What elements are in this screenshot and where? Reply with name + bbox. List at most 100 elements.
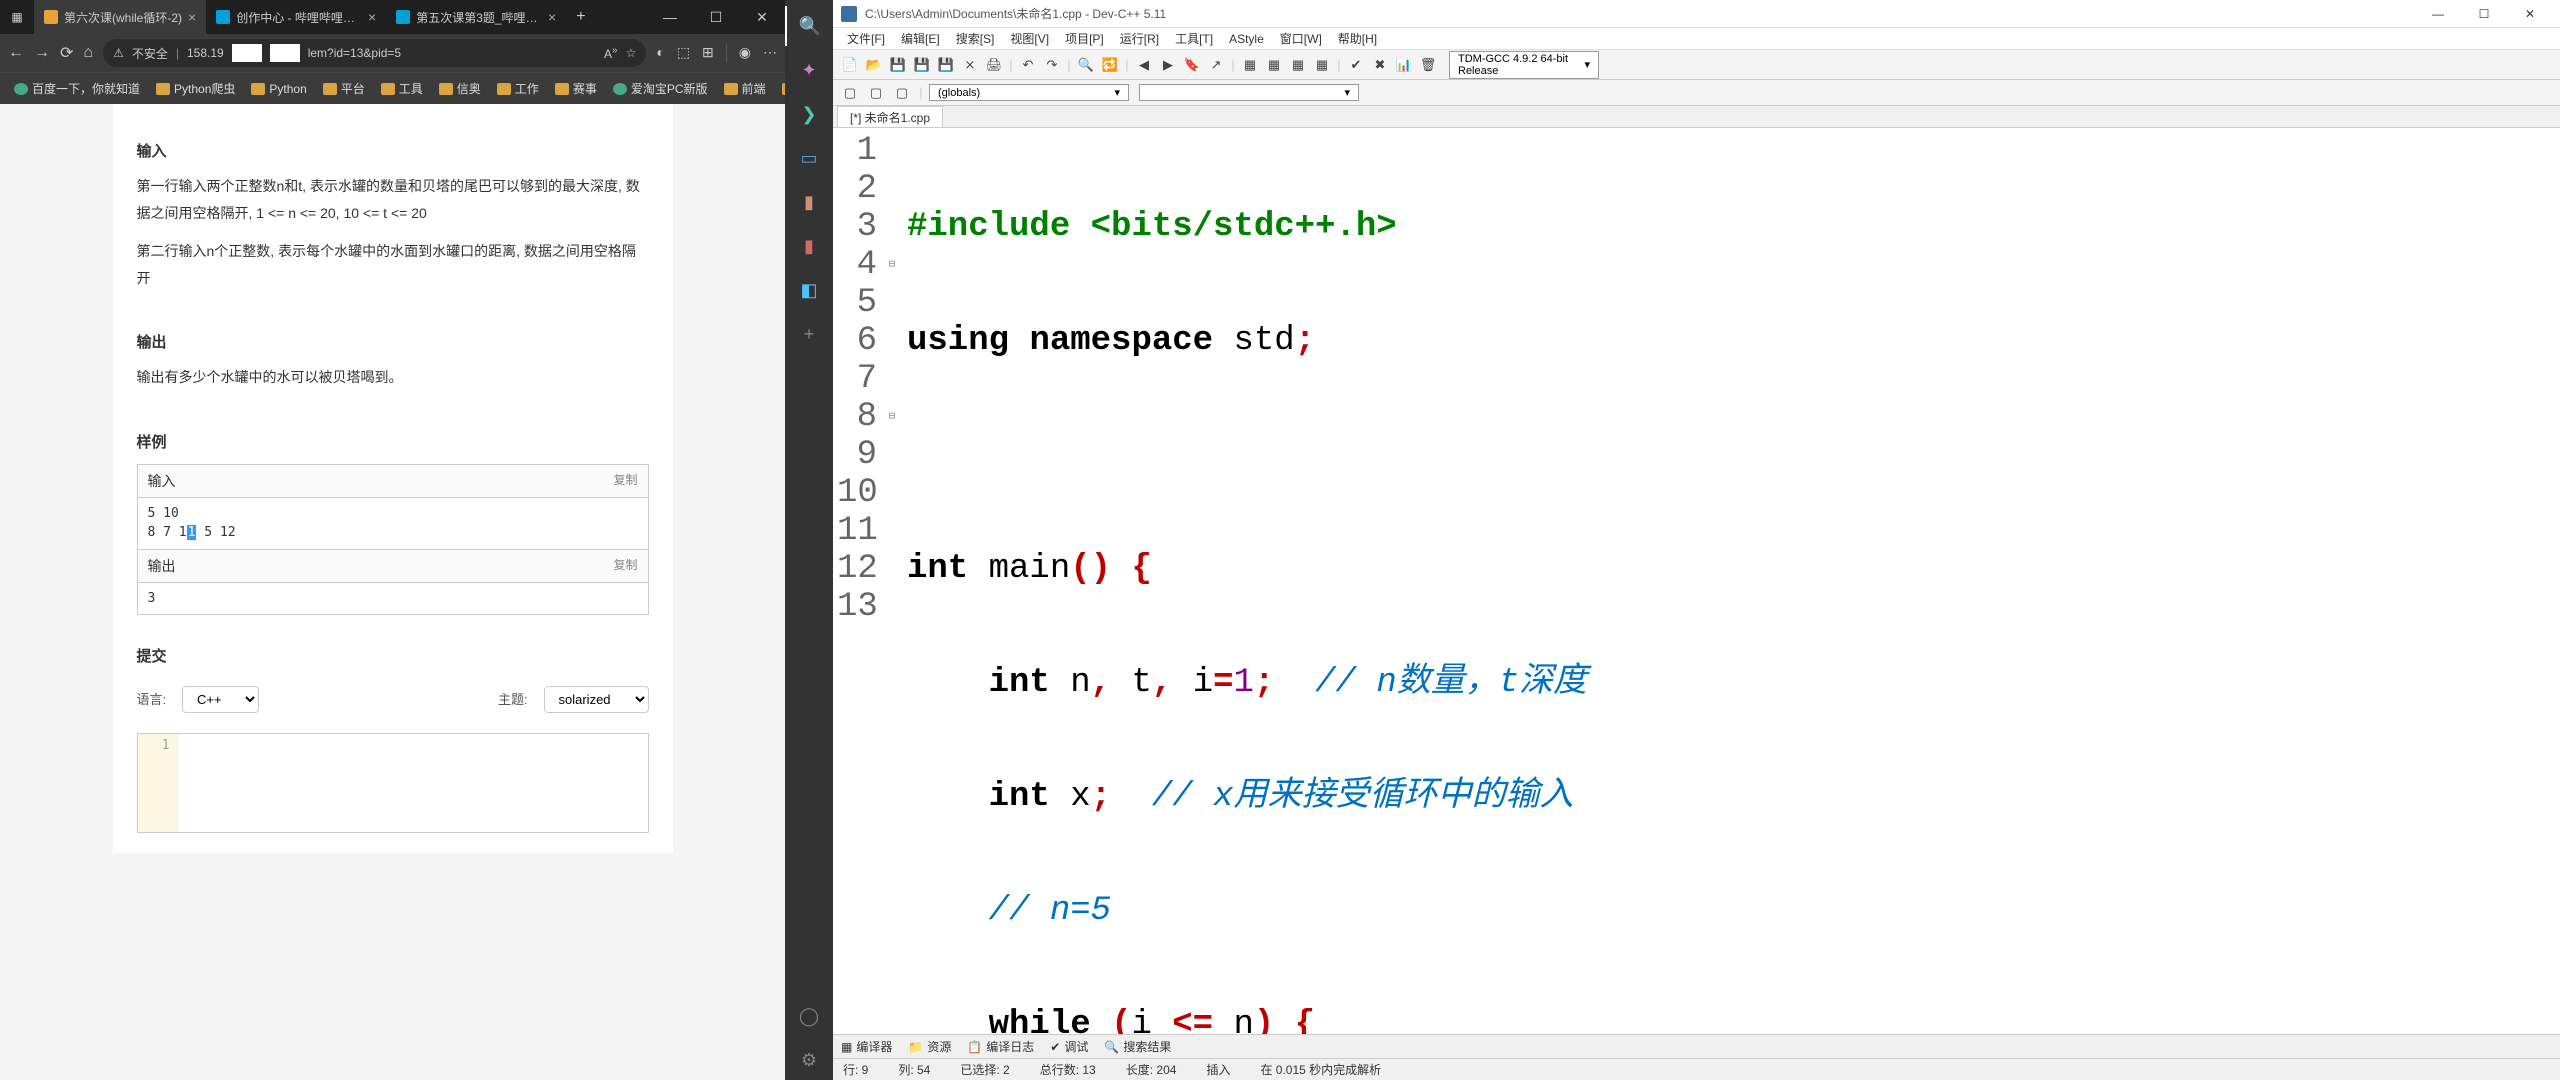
minimize-button[interactable]: — — [647, 0, 693, 34]
compile-run-icon[interactable]: ▦ — [1287, 54, 1309, 76]
tab-1[interactable]: 第六次课(while循环-2) × — [34, 0, 206, 34]
goto-icon[interactable]: ↗ — [1205, 54, 1227, 76]
menu-view[interactable]: 视图[V] — [1004, 28, 1055, 49]
maximize-button[interactable]: ☐ — [2462, 2, 2506, 26]
trash-icon[interactable]: 🗑 — [1417, 54, 1439, 76]
tab-findresults[interactable]: 🔍 搜索结果 — [1104, 1038, 1171, 1055]
new-file-icon[interactable]: 📄 — [839, 54, 861, 76]
bookmark-folder[interactable]: 平台 — [317, 78, 371, 99]
editor-tab[interactable]: [*] 未命名1.cpp — [837, 106, 943, 127]
bookmark-folder[interactable]: Python — [245, 80, 312, 98]
copy-button[interactable]: 复制 — [613, 556, 637, 576]
menu-astyle[interactable]: AStyle — [1223, 30, 1270, 48]
toggle-icon[interactable]: ▢ — [891, 82, 913, 104]
redo-icon[interactable]: ↷ — [1041, 54, 1063, 76]
open-icon[interactable]: 📂 — [863, 54, 885, 76]
close-icon[interactable]: × — [188, 9, 196, 25]
briefcase-icon[interactable]: ▭ — [785, 138, 833, 178]
compiler-select[interactable]: TDM-GCC 4.9.2 64-bit Release▾ — [1449, 51, 1599, 79]
forward-icon[interactable]: ▶ — [1157, 54, 1179, 76]
code-area[interactable]: 12345678910111213 ⊟⊟ #include <bits/stdc… — [833, 128, 2560, 1034]
bookmark-item[interactable]: 爱淘宝PC新版 — [607, 78, 714, 99]
new-tab-button[interactable]: + — [566, 0, 595, 34]
language-select[interactable]: C++ — [182, 686, 259, 713]
tab-resources[interactable]: 📁 资源 — [908, 1038, 951, 1055]
tab-debug[interactable]: ✔ 调试 — [1050, 1038, 1088, 1055]
menu-edit[interactable]: 编辑[E] — [895, 28, 946, 49]
tab-compiler[interactable]: ▦ 编译器 — [841, 1038, 892, 1055]
menu-file[interactable]: 文件[F] — [841, 28, 891, 49]
stop-icon[interactable]: ✖ — [1369, 54, 1391, 76]
bookmark-folder[interactable]: 前端 — [718, 78, 772, 99]
theme-select[interactable]: solarized — [544, 686, 649, 713]
run-icon[interactable]: ▦ — [1263, 54, 1285, 76]
box-icon[interactable]: ◧ — [785, 270, 833, 310]
profile-icon[interactable]: 📊 — [1393, 54, 1415, 76]
minimize-button[interactable]: — — [2416, 2, 2460, 26]
close-button[interactable]: ✕ — [2508, 2, 2552, 26]
maximize-button[interactable]: ☐ — [693, 0, 739, 34]
forward-button[interactable]: → — [34, 44, 50, 62]
close-button[interactable]: ✕ — [739, 0, 785, 34]
menu-run[interactable]: 运行[R] — [1114, 28, 1165, 49]
find-icon[interactable]: 🔍 — [1075, 54, 1097, 76]
tab-compilelog[interactable]: 📋 编译日志 — [967, 1038, 1034, 1055]
close-icon[interactable]: × — [368, 9, 376, 25]
undo-icon[interactable]: ↶ — [1017, 54, 1039, 76]
bookmark-folder[interactable]: Python爬虫 — [150, 78, 241, 99]
page-viewport[interactable]: 输入 第一行输入两个正整数n和t, 表示水罐的数量和贝塔的尾巴可以够到的最大深度… — [0, 104, 785, 1080]
ext-icon[interactable]: ⊞ — [702, 44, 714, 62]
code-editor[interactable]: 1 — [137, 733, 649, 833]
account-icon[interactable]: ◯ — [785, 996, 833, 1036]
menu-help[interactable]: 帮助[H] — [1332, 28, 1383, 49]
bookmark-folder[interactable]: 赛事 — [549, 78, 603, 99]
input-icon[interactable]: A» — [604, 45, 618, 61]
bookmark-icon[interactable]: 🔖 — [1181, 54, 1203, 76]
insert-icon[interactable]: ▢ — [865, 82, 887, 104]
menu-search[interactable]: 搜索[S] — [950, 28, 1001, 49]
bookmark-item[interactable]: 百度一下，你就知道 — [8, 78, 146, 99]
ext-icon[interactable]: ◐ — [656, 44, 664, 62]
save-icon[interactable]: 💾 — [887, 54, 909, 76]
tabs-overview-icon[interactable]: ▦ — [0, 10, 34, 24]
print-icon[interactable]: 🖨 — [983, 54, 1005, 76]
new-source-icon[interactable]: ▢ — [839, 82, 861, 104]
sparkle-icon[interactable]: ✦ — [785, 50, 833, 90]
bookmark-folder[interactable]: 工具 — [375, 78, 429, 99]
menu-tools[interactable]: 工具[T] — [1169, 28, 1219, 49]
rebuild-icon[interactable]: ▦ — [1311, 54, 1333, 76]
settings-icon[interactable]: ⚙ — [785, 1040, 833, 1080]
replace-icon[interactable]: 🔁 — [1099, 54, 1121, 76]
compile-icon[interactable]: ▦ — [1239, 54, 1261, 76]
menu-window[interactable]: 窗口[W] — [1274, 28, 1328, 49]
tab-2[interactable]: 创作中心 - 哔哩哔哩弹幕视频网 × — [206, 0, 386, 34]
menu-icon[interactable]: ⋯ — [763, 44, 777, 62]
close-icon[interactable]: × — [548, 9, 556, 25]
search-icon[interactable]: 🔍 — [785, 6, 833, 46]
url-input[interactable]: ⚠ 不安全 | 158.19 lem?id=13&pid=5 A» ☆ — [103, 39, 646, 67]
bookmark-folder[interactable]: 工作 — [491, 78, 545, 99]
tab-3[interactable]: 第五次课第3题_哔哩哔哩_bilibili × — [386, 0, 566, 34]
debug-icon[interactable]: ✔ — [1345, 54, 1367, 76]
module-icon[interactable]: ▮ — [785, 226, 833, 266]
bookmark-folder[interactable]: 信奥 — [433, 78, 487, 99]
reload-button[interactable]: ⟳ — [60, 43, 73, 63]
copy-button[interactable]: 复制 — [613, 471, 637, 491]
star-icon[interactable]: ☆ — [626, 46, 637, 60]
back-icon[interactable]: ◀ — [1133, 54, 1155, 76]
devcpp-titlebar: C:\Users\Admin\Documents\未命名1.cpp - Dev-… — [833, 0, 2560, 28]
menu-project[interactable]: 项目[P] — [1059, 28, 1110, 49]
close-file-icon[interactable]: ⨯ — [959, 54, 981, 76]
save-all-icon[interactable]: 💾 — [911, 54, 933, 76]
bookmark-folder[interactable]: 数据获取 — [776, 78, 785, 99]
tag-icon[interactable]: ❯ — [785, 94, 833, 134]
ext-icon[interactable]: ⬚ — [677, 44, 690, 62]
member-select[interactable]: ▾ — [1139, 84, 1359, 101]
add-icon[interactable]: + — [785, 314, 833, 354]
home-button[interactable]: ⌂ — [83, 44, 93, 62]
back-button[interactable]: ← — [8, 44, 24, 62]
person-icon[interactable]: ▮ — [785, 182, 833, 222]
profile-icon[interactable]: ◉ — [739, 44, 751, 62]
save-as-icon[interactable]: 💾 — [935, 54, 957, 76]
scope-select[interactable]: (globals)▾ — [929, 84, 1129, 101]
